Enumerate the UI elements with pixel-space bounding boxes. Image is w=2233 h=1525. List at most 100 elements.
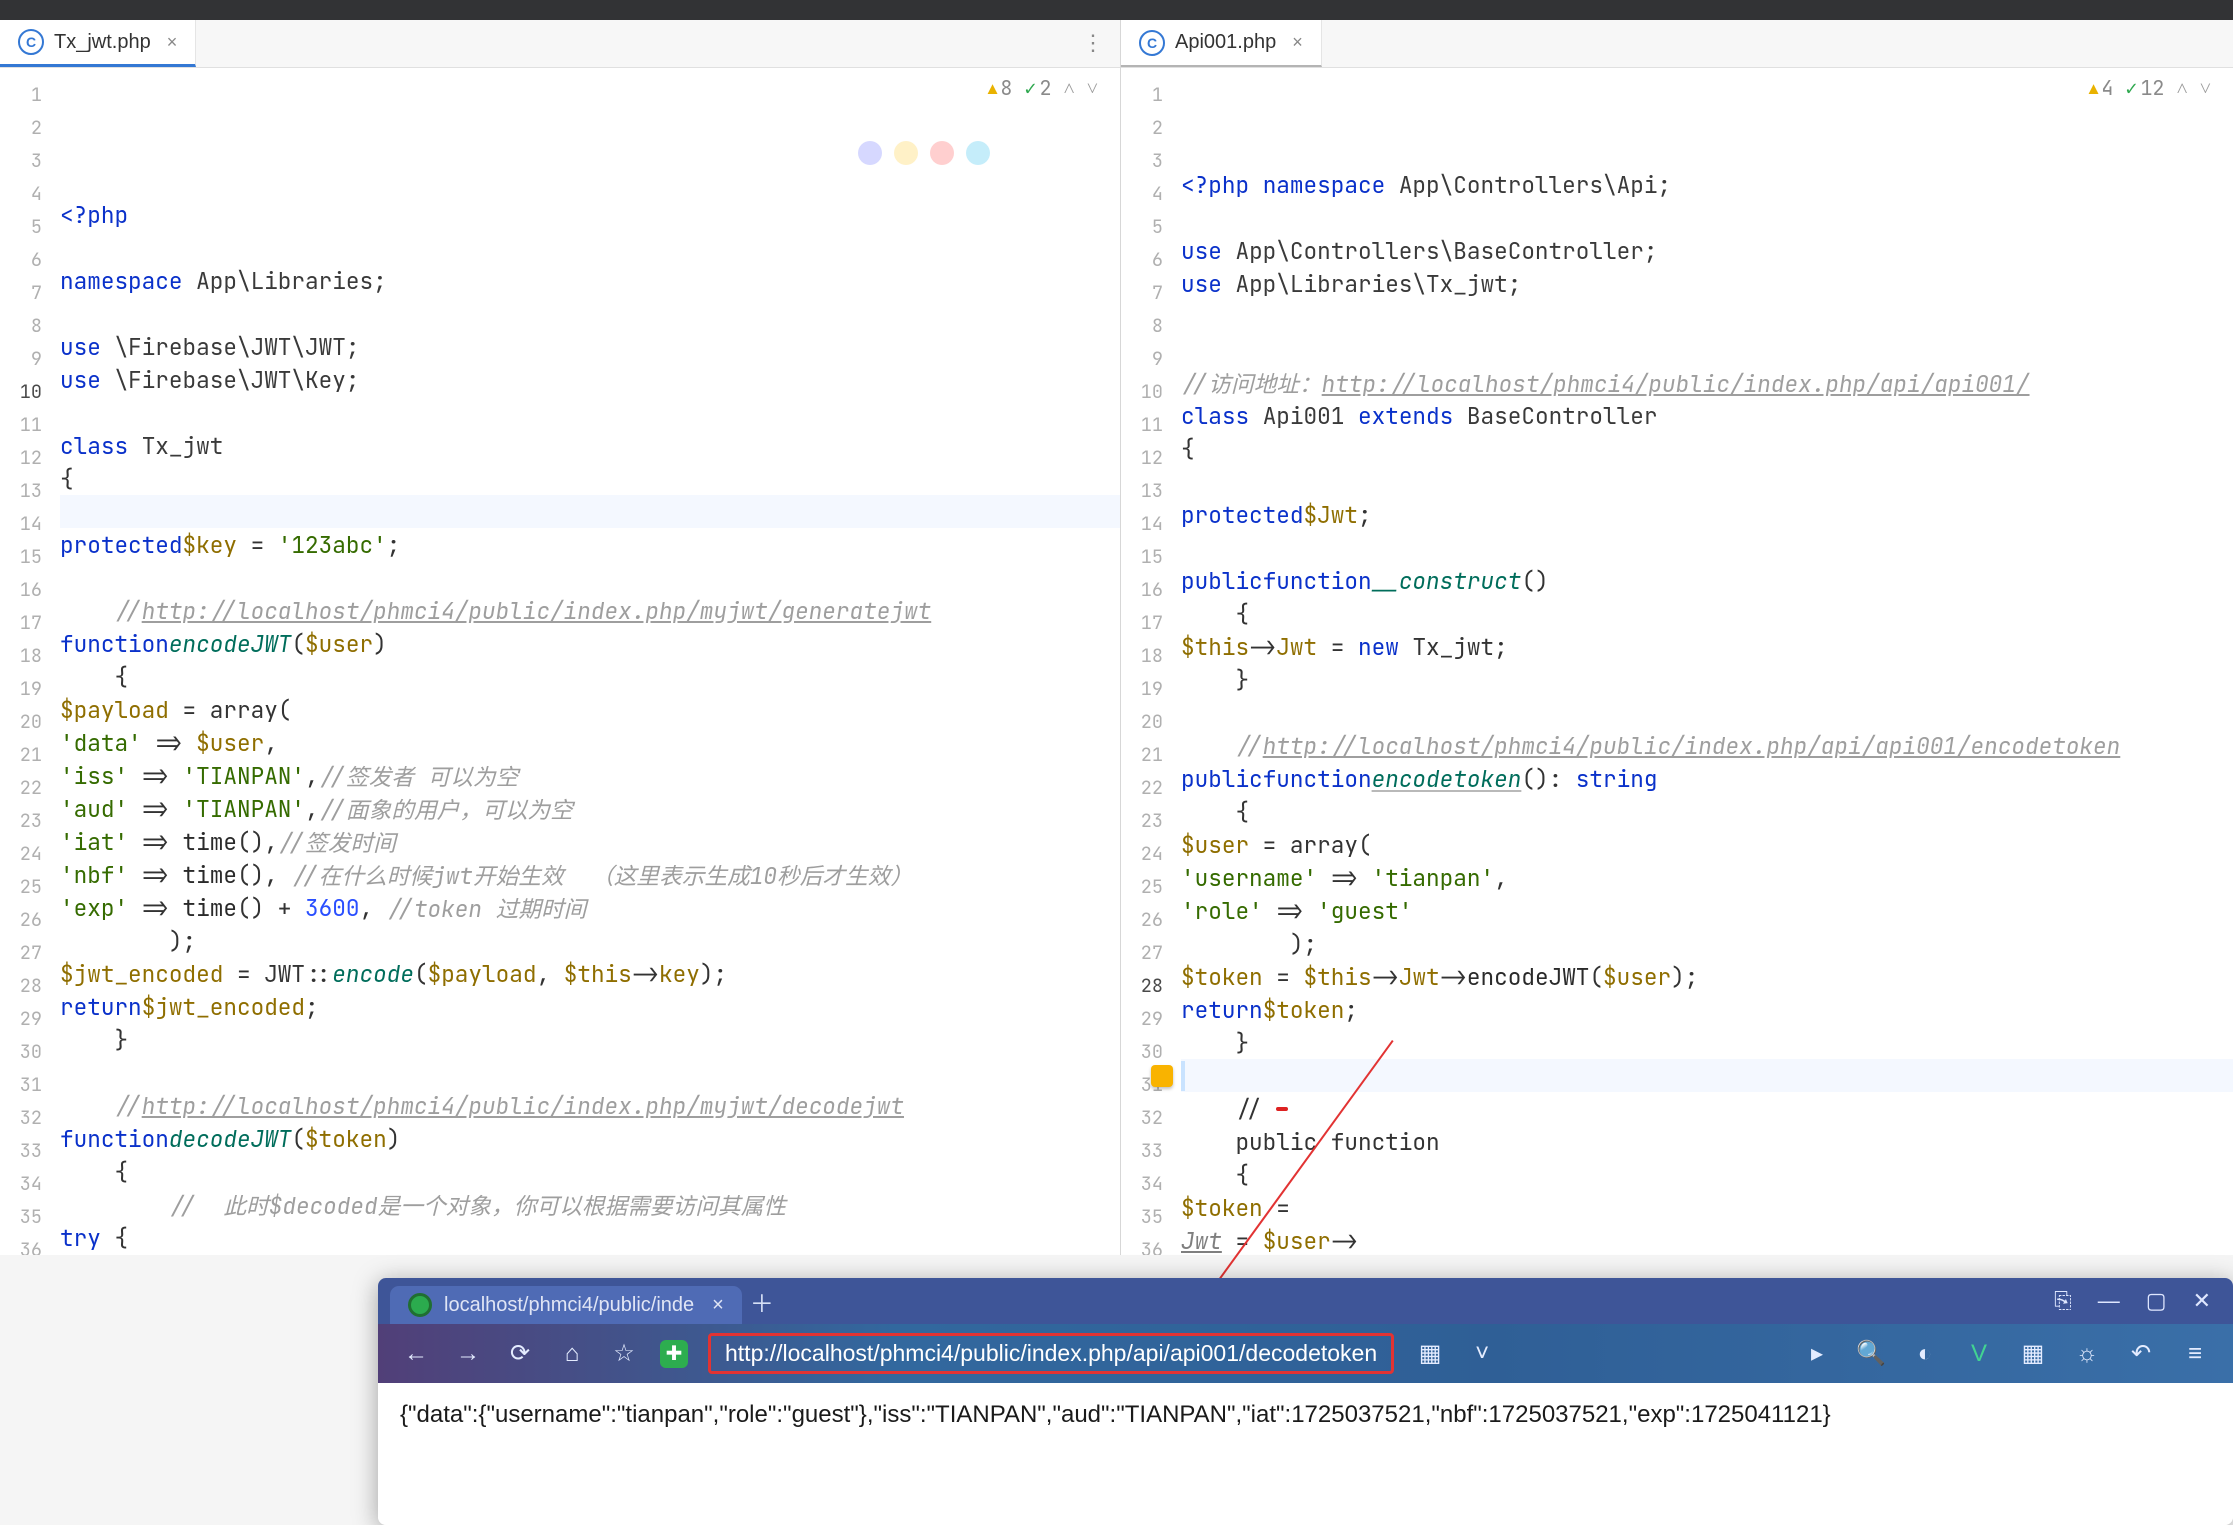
- code-line[interactable]: Jwt = $user->: [1181, 1224, 2233, 1255]
- code-line[interactable]: }: [60, 1023, 1120, 1056]
- code-line[interactable]: [60, 231, 1120, 264]
- code-line[interactable]: [60, 495, 1120, 528]
- code-line[interactable]: 'iat' => time(),//签发时间: [60, 825, 1120, 858]
- code-line[interactable]: namespace App\Libraries;: [60, 264, 1120, 297]
- check-count[interactable]: 12: [2125, 75, 2164, 101]
- code-line[interactable]: $this->Jwt = new Tx_jwt;: [1181, 630, 2233, 663]
- inspection-badges-right[interactable]: 4 12 ˄ ˅: [2089, 75, 2211, 101]
- code-line[interactable]: public function encodetoken(): string: [1181, 762, 2233, 795]
- code-line[interactable]: public function: [1181, 1125, 2233, 1158]
- code-line[interactable]: return $token;: [1181, 993, 2233, 1026]
- decodetoken-fn[interactable]: [1276, 1107, 1288, 1111]
- back-icon[interactable]: ←: [400, 1338, 432, 1370]
- chevron-down-icon[interactable]: ˅: [1466, 1338, 1498, 1370]
- code-line[interactable]: );: [60, 924, 1120, 957]
- intention-bulb-icon[interactable]: [1151, 1065, 1173, 1087]
- tab-api001[interactable]: C Api001.php ×: [1121, 20, 1322, 67]
- code-line[interactable]: 'role' => 'guest': [1181, 894, 2233, 927]
- code-right[interactable]: 4 12 ˄ ˅ <?php namespace App\Controllers…: [1181, 68, 2233, 1255]
- browser-preview-icons[interactable]: [858, 141, 990, 165]
- warn-count[interactable]: 4: [2089, 75, 2114, 101]
- code-line[interactable]: 'aud' => 'TIANPAN',//面象的用户，可以为空: [60, 792, 1120, 825]
- code-line[interactable]: $payload = array(: [60, 693, 1120, 726]
- tab-tx-jwt[interactable]: C Tx_jwt.php ×: [0, 20, 196, 67]
- close-icon[interactable]: ×: [167, 32, 178, 53]
- code-line[interactable]: $jwt_decoded = JWT::decode($token, new K…: [60, 1254, 1120, 1255]
- code-line[interactable]: <?php: [60, 198, 1120, 231]
- code-line[interactable]: [60, 561, 1120, 594]
- shield-icon[interactable]: ✚: [660, 1340, 688, 1368]
- tab-overflow-menu[interactable]: ⋮: [1082, 30, 1104, 56]
- code-line[interactable]: [1181, 300, 2233, 333]
- browser-viewport[interactable]: {"data":{"username":"tianpan","role":"gu…: [378, 1383, 2233, 1525]
- editor-right[interactable]: 1234567891011121314151617181920212223242…: [1121, 68, 2233, 1255]
- star-icon[interactable]: ☆: [608, 1338, 640, 1370]
- code-line[interactable]: 'username' => 'tianpan',: [1181, 861, 2233, 894]
- warn-count[interactable]: 8: [988, 75, 1013, 101]
- maximize-icon[interactable]: ▢: [2146, 1288, 2167, 1314]
- apps-icon[interactable]: ▦: [2017, 1338, 2049, 1370]
- vue-icon[interactable]: V: [1963, 1338, 1995, 1370]
- code-line[interactable]: );: [1181, 927, 2233, 960]
- code-line[interactable]: try {: [60, 1221, 1120, 1254]
- code-line[interactable]: //http://localhost/phmci4/public/index.p…: [60, 594, 1120, 627]
- chevron-down-icon[interactable]: ˅: [2200, 75, 2211, 101]
- code-line[interactable]: {: [1181, 795, 2233, 828]
- code-line[interactable]: class Api001 extends BaseController: [1181, 399, 2233, 432]
- close-icon[interactable]: ✕: [2193, 1288, 2211, 1314]
- code-line[interactable]: protected $key = '123abc';: [60, 528, 1120, 561]
- code-line[interactable]: 'exp' => time() + 3600, //token 过期时间: [60, 891, 1120, 924]
- code-line[interactable]: [1181, 333, 2233, 366]
- code-line[interactable]: $token =: [1181, 1191, 2233, 1224]
- check-count[interactable]: 2: [1024, 75, 1051, 101]
- code-line[interactable]: use App\Controllers\BaseController;: [1181, 234, 2233, 267]
- code-line[interactable]: [60, 1056, 1120, 1089]
- code-line[interactable]: }: [1181, 663, 2233, 696]
- code-line[interactable]: //http://localhost/phmci4/public/index.p…: [1181, 729, 2233, 762]
- code-line[interactable]: protected $Jwt;: [1181, 498, 2233, 531]
- bing-icon[interactable]: ▸: [1801, 1338, 1833, 1370]
- code-line[interactable]: $jwt_encoded = JWT::encode($payload, $th…: [60, 957, 1120, 990]
- code-line[interactable]: class Tx_jwt: [60, 429, 1120, 462]
- code-line[interactable]: function encodeJWT($user): [60, 627, 1120, 660]
- lens-icon[interactable]: ◐: [1909, 1338, 1941, 1370]
- home-icon[interactable]: ⌂: [556, 1338, 588, 1370]
- chevron-up-icon[interactable]: ˄: [1063, 75, 1074, 101]
- code-line[interactable]: 'data' => $user,: [60, 726, 1120, 759]
- code-line[interactable]: {: [60, 1155, 1120, 1188]
- code-line[interactable]: {: [1181, 1158, 2233, 1191]
- code-line[interactable]: $token = $this->Jwt->encodeJWT($user);: [1181, 960, 2233, 993]
- menu-icon[interactable]: ≡: [2179, 1338, 2211, 1370]
- theme-icon[interactable]: ☼: [2071, 1338, 2103, 1370]
- code-line[interactable]: [1181, 696, 2233, 729]
- chevron-up-icon[interactable]: ˄: [2176, 75, 2187, 101]
- qr-icon[interactable]: ▦: [1414, 1338, 1446, 1370]
- code-line[interactable]: [1181, 531, 2233, 564]
- code-line[interactable]: //访问地址：http://localhost/phmci4/public/in…: [1181, 366, 2233, 399]
- close-icon[interactable]: ×: [1292, 32, 1303, 53]
- code-line[interactable]: function decodeJWT($token): [60, 1122, 1120, 1155]
- code-line[interactable]: [60, 396, 1120, 429]
- inspection-badges-left[interactable]: 8 2 ˄ ˅: [988, 75, 1098, 101]
- pin-icon[interactable]: ⎘: [2054, 1288, 2072, 1314]
- code-line[interactable]: return $jwt_encoded;: [60, 990, 1120, 1023]
- code-line[interactable]: //: [1181, 1092, 2233, 1125]
- code-line[interactable]: }: [1181, 1026, 2233, 1059]
- chevron-down-icon[interactable]: ˅: [1087, 75, 1098, 101]
- code-line[interactable]: $user = array(: [1181, 828, 2233, 861]
- code-line[interactable]: <?php namespace App\Controllers\Api;: [1181, 168, 2233, 201]
- url-box[interactable]: http://localhost/phmci4/public/index.php…: [708, 1333, 1394, 1374]
- code-line[interactable]: [60, 297, 1120, 330]
- code-line[interactable]: [1181, 465, 2233, 498]
- code-line[interactable]: {: [60, 462, 1120, 495]
- code-line[interactable]: {: [1181, 597, 2233, 630]
- code-line[interactable]: [1181, 1059, 2233, 1092]
- undo-icon[interactable]: ↶: [2125, 1338, 2157, 1370]
- code-line[interactable]: [1181, 201, 2233, 234]
- reload-icon[interactable]: ⟳: [504, 1338, 536, 1370]
- code-left[interactable]: 8 2 ˄ ˅ <?php namespace App\Libraries; use…: [60, 68, 1120, 1255]
- close-icon[interactable]: ×: [712, 1294, 724, 1317]
- code-line[interactable]: 'iss' => 'TIANPAN',//签发者 可以为空: [60, 759, 1120, 792]
- minimize-icon[interactable]: —: [2098, 1288, 2120, 1314]
- code-line[interactable]: use \Firebase\JWT\Key;: [60, 363, 1120, 396]
